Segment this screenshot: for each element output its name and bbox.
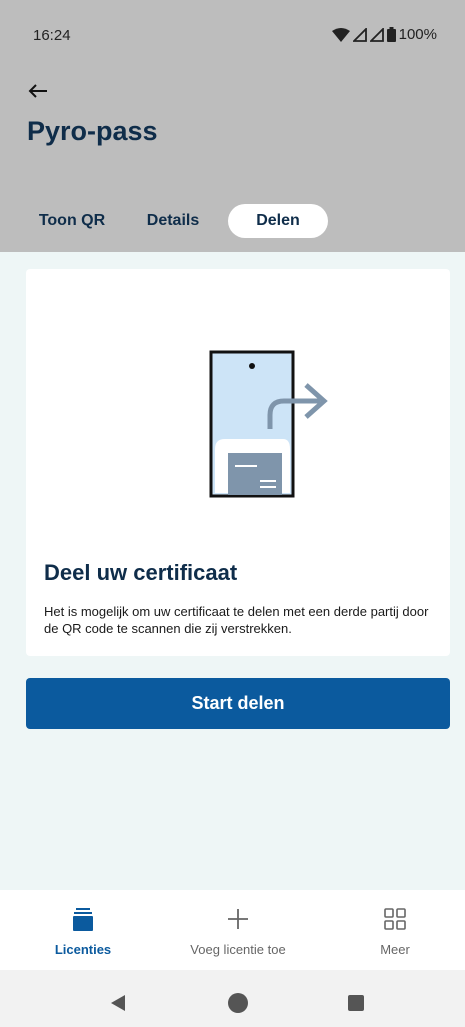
signal-icon — [369, 27, 384, 42]
wifi-icon — [331, 27, 350, 42]
page-title: Pyro-pass — [27, 116, 158, 146]
nav-label: Voeg licentie toe — [190, 942, 286, 957]
system-nav-bar — [0, 970, 465, 1027]
tab-bar: Toon QR Details Delen — [26, 204, 328, 238]
bottom-nav: Licenties Voeg licentie toe Meer — [0, 890, 465, 970]
card-title: Deel uw certificaat — [44, 560, 238, 585]
status-time: 16:24 — [33, 27, 71, 44]
share-card: Deel uw certificaat Het is mogelijk om u… — [26, 269, 450, 656]
main-content: Deel uw certificaat Het is mogelijk om u… — [0, 252, 465, 890]
phone-share-icon — [209, 350, 328, 498]
licenses-stack-icon — [73, 908, 93, 931]
arrow-left-icon — [28, 84, 47, 98]
start-share-button[interactable]: Start delen — [26, 678, 450, 729]
signal-icon — [352, 27, 367, 42]
nav-more[interactable]: Meer — [360, 906, 430, 957]
tab-share[interactable]: Delen — [228, 204, 328, 238]
nav-label: Meer — [380, 942, 410, 957]
battery-percentage: 100% — [398, 26, 437, 43]
nav-licenses[interactable]: Licenties — [48, 906, 118, 957]
grid-icon — [384, 908, 406, 930]
system-back-icon[interactable] — [110, 994, 126, 1012]
status-bar: 16:24 100% — [0, 0, 465, 68]
system-home-icon[interactable] — [228, 993, 248, 1013]
plus-icon — [228, 909, 248, 929]
nav-label: Licenties — [54, 942, 112, 957]
nav-add-license[interactable]: Voeg licentie toe — [178, 906, 298, 957]
app-header: Pyro-pass Toon QR Details Delen — [0, 68, 465, 252]
battery-icon — [386, 27, 396, 42]
card-description: Het is mogelijk om uw certificaat te del… — [44, 604, 429, 636]
status-icons: 100% — [331, 26, 437, 43]
tab-show-qr[interactable]: Toon QR — [26, 204, 118, 238]
back-button[interactable] — [22, 76, 54, 106]
system-recents-icon[interactable] — [348, 995, 364, 1011]
tab-details[interactable]: Details — [118, 204, 228, 238]
